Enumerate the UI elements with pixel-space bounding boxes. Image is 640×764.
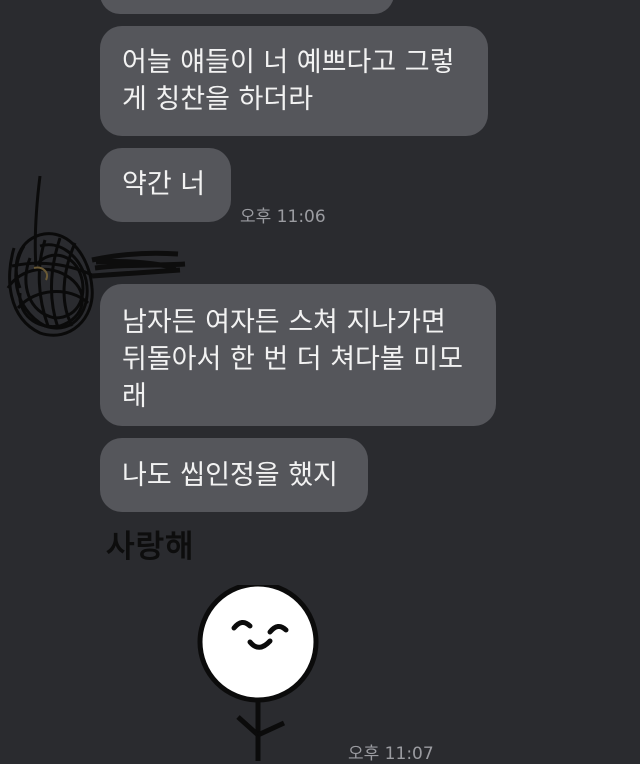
message-timestamp: 오후 11:06: [240, 207, 326, 227]
message-bubble[interactable]: 남자든 여자든 스쳐 지나가면 뒤돌아서 한 번 더 쳐다볼 미모 래: [100, 284, 496, 426]
smiley-stick-figure-sticker-icon[interactable]: [190, 585, 330, 761]
message-bubble-partial[interactable]: [100, 0, 394, 14]
message-timestamp: 오후 11:07: [348, 744, 434, 764]
message-bubble[interactable]: 나도 씹인정을 했지: [100, 438, 368, 512]
message-bubble[interactable]: 어늘 얘들이 너 예쁘다고 그렇 게 칭찬을 하더라: [100, 26, 488, 136]
sticker-caption: 사랑해: [106, 529, 195, 565]
